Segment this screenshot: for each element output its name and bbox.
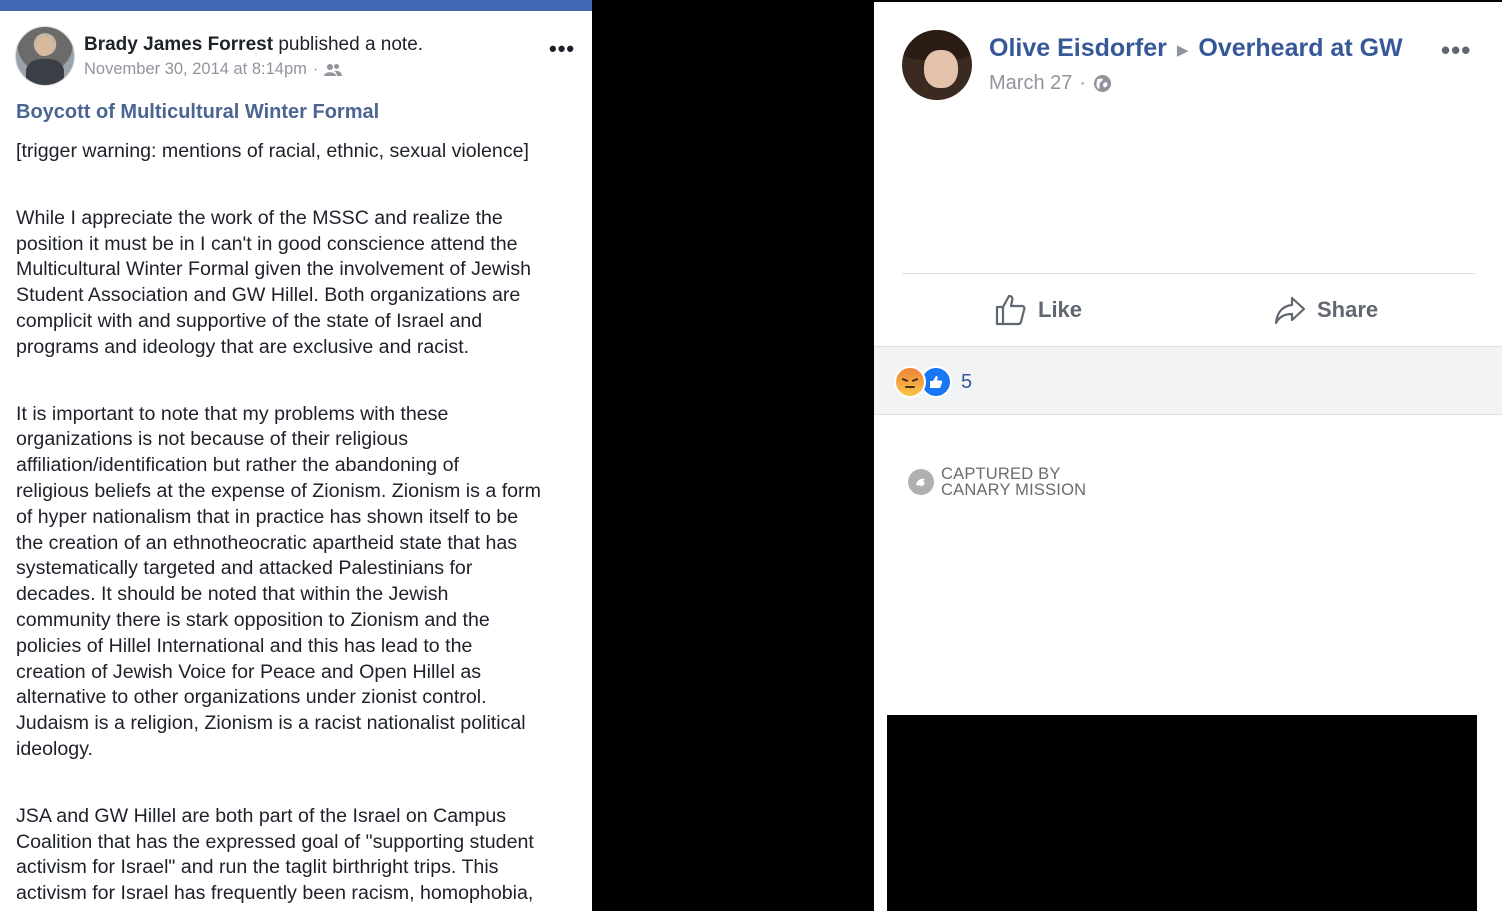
share-button[interactable]: Share (1273, 290, 1378, 330)
share-arrow-icon (1274, 296, 1306, 325)
note-text-line: Coalition that has the expressed goal of… (16, 830, 534, 853)
globe-icon[interactable] (1093, 74, 1112, 93)
note-action-text: published a note. (278, 34, 424, 55)
note-text-line: ideology. (16, 737, 93, 760)
more-options-icon[interactable]: ••• (1441, 35, 1471, 66)
note-header: Brady James Forrest published a note. (84, 34, 423, 56)
post-date[interactable]: March 27 (989, 72, 1072, 95)
note-text-line: Multicultural Winter Formal given the in… (16, 258, 532, 281)
note-text-line: creation of Jewish Voice for Peace and O… (16, 660, 482, 683)
note-text-line: affiliation/identification but rather th… (16, 454, 459, 477)
canary-logo-icon (908, 469, 934, 495)
meta-separator: · (312, 60, 319, 78)
friends-icon[interactable] (324, 63, 343, 77)
note-timestamp[interactable]: November 30, 2014 at 8:14pm (84, 60, 307, 79)
post-header: Olive Eisdorfer ▶ Overheard at GW (989, 34, 1403, 63)
note-meta: November 30, 2014 at 8:14pm · (84, 60, 343, 79)
like-button[interactable]: Like (994, 290, 1082, 330)
thumbs-up-icon (995, 294, 1026, 326)
avatar-face (924, 50, 958, 88)
note-text-line: the creation of an ethnotheocratic apart… (16, 531, 518, 554)
redaction-block (887, 715, 1477, 911)
captured-line-1: CAPTURED BY (941, 465, 1061, 483)
captured-watermark: CAPTURED BY CANARY MISSION (908, 466, 1086, 498)
note-text-line: JSA and GW Hillel are both part of the I… (16, 804, 507, 827)
author-name[interactable]: Brady James Forrest (84, 34, 273, 55)
note-text-line: programs and ideology that are exclusive… (16, 335, 470, 358)
more-options-icon[interactable]: ••• (549, 36, 575, 62)
note-text-line: activism for Israel has frequently been … (16, 882, 534, 905)
captured-text: CAPTURED BY CANARY MISSION (941, 465, 1087, 499)
post-meta: March 27 · (989, 72, 1112, 95)
note-text-line: complicit with and supportive of the sta… (16, 309, 483, 332)
captured-line-2: CANARY MISSION (941, 481, 1087, 499)
avatar-body (26, 59, 64, 85)
note-text-line: systematically targeted and attacked Pal… (16, 557, 473, 580)
note-text-line: religious beliefs at the expense of Zion… (16, 479, 541, 502)
meta-separator: · (1079, 72, 1087, 94)
note-text-line: policies of Hillel International and thi… (16, 634, 473, 657)
note-text-line: While I appreciate the work of the MSSC … (16, 206, 503, 229)
avatar[interactable] (902, 30, 972, 100)
top-bar (0, 0, 592, 11)
triangle-right-icon: ▶ (1176, 41, 1189, 59)
share-label: Share (1317, 297, 1379, 322)
like-label: Like (1038, 297, 1083, 322)
note-text-line: organizations is not because of their re… (16, 428, 409, 451)
post-group[interactable]: Overheard at GW (1198, 34, 1402, 63)
note-text-line: alternative to other organizations under… (16, 686, 487, 709)
post-author[interactable]: Olive Eisdorfer (989, 34, 1167, 63)
note-text-line: position it must be in I can't in good c… (16, 232, 518, 255)
note-text-line: community there is stark opposition to Z… (16, 608, 490, 631)
note-text-line: Judaism is a religion, Zionism is a raci… (16, 712, 526, 735)
avatar[interactable] (15, 26, 75, 86)
note-title[interactable]: Boycott of Multicultural Winter Formal (16, 101, 379, 124)
reactions-bar: 5 (874, 346, 1502, 415)
note-text-line: Student Association and GW Hillel. Both … (16, 284, 521, 307)
divider (902, 273, 1475, 274)
note-text-line: activism for Israel" and run the taglit … (16, 856, 499, 879)
note-text-line: [trigger warning: mentions of racial, et… (16, 140, 529, 162)
avatar-face (36, 37, 52, 56)
note-text-line: of hyper nationalism that in practice ha… (16, 505, 519, 528)
reactions-summary[interactable]: 5 (894, 366, 972, 398)
note-text-line: decades. It should be noted that within … (16, 583, 449, 606)
post-panel: Olive Eisdorfer ▶ Overheard at GW March … (874, 2, 1502, 911)
reaction-count[interactable]: 5 (961, 371, 972, 394)
note-body: [trigger warning: mentions of racial, et… (16, 139, 586, 907)
note-panel: Brady James Forrest published a note. No… (0, 0, 592, 911)
angry-reaction-icon (894, 366, 926, 398)
note-text-line: It is important to note that my problems… (16, 402, 449, 425)
